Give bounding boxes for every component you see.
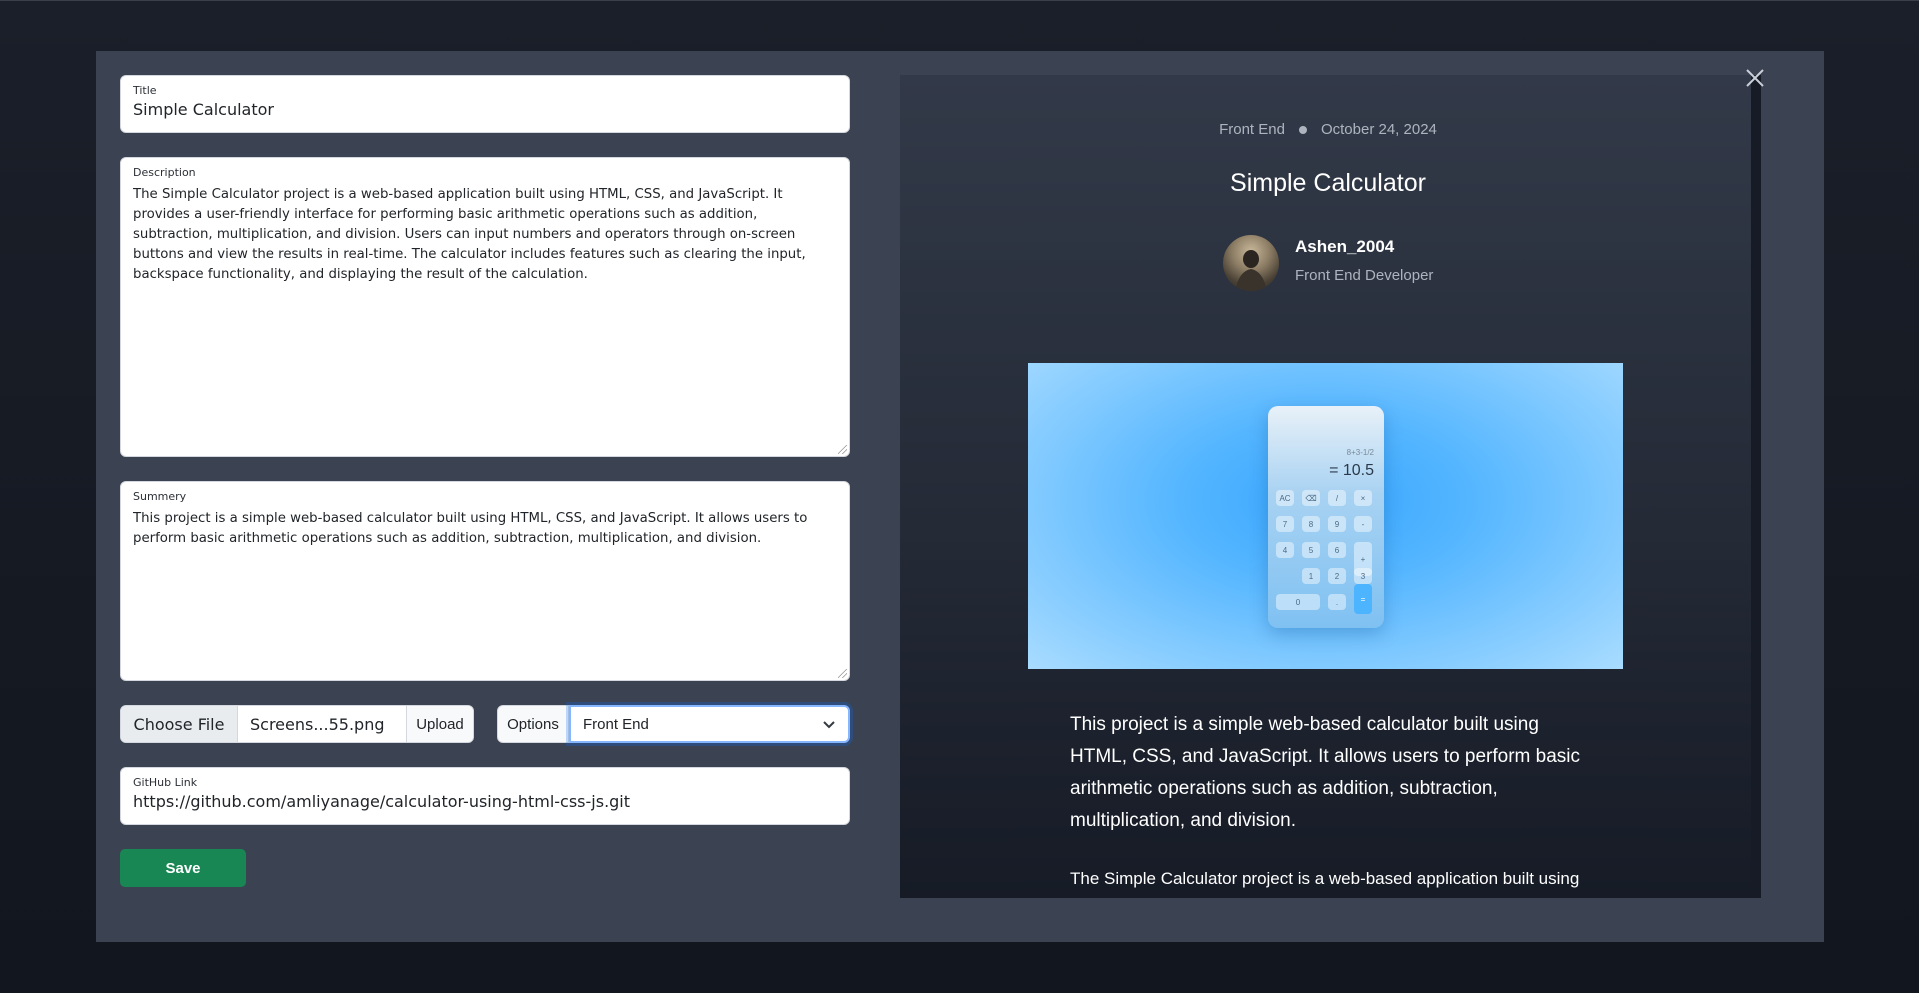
calc-key: 0 bbox=[1276, 594, 1320, 610]
github-label: GitHub Link bbox=[133, 776, 198, 789]
calc-key: 9 bbox=[1328, 516, 1346, 532]
options-label: Options bbox=[497, 705, 569, 743]
calc-key: . bbox=[1328, 594, 1346, 610]
calc-result: = 10.5 bbox=[1329, 462, 1374, 479]
close-icon bbox=[1745, 68, 1765, 93]
save-button[interactable]: Save bbox=[120, 849, 246, 887]
calc-key: / bbox=[1328, 490, 1346, 506]
choose-file-button[interactable]: Choose File bbox=[121, 706, 238, 742]
github-link-field[interactable]: GitHub Link https://github.com/amliyanag… bbox=[120, 767, 850, 825]
calc-key: 1 bbox=[1302, 568, 1320, 584]
file-name: Screens...55.png bbox=[250, 714, 385, 734]
calc-key: - bbox=[1354, 516, 1372, 532]
calc-key: 4 bbox=[1276, 542, 1294, 558]
title-field[interactable]: Title Simple Calculator bbox=[120, 75, 850, 133]
preview-description: The Simple Calculator project is a web-b… bbox=[1070, 869, 1580, 888]
calc-key: × bbox=[1354, 490, 1372, 506]
preview-scrollbar[interactable] bbox=[1751, 75, 1761, 898]
calc-key: ⌫ bbox=[1302, 490, 1320, 506]
resize-handle-icon[interactable] bbox=[838, 669, 847, 678]
author-name: Ashen_2004 bbox=[1295, 237, 1395, 256]
calc-key: 2 bbox=[1328, 568, 1346, 584]
upload-button[interactable]: Upload bbox=[406, 706, 473, 742]
calc-key: 3 bbox=[1354, 568, 1372, 584]
calculator-illustration: 8+3-1/2 = 10.5 AC ⌫ / × 7 8 9-4 5 6 +1 2 3 0. = bbox=[1268, 406, 1384, 628]
preview-date: October 24, 2024 bbox=[1320, 121, 1437, 138]
close-button[interactable] bbox=[1740, 65, 1770, 95]
avatar bbox=[1223, 235, 1279, 291]
chevron-down-icon bbox=[822, 716, 836, 733]
file-upload-group: Choose File Screens...55.png Upload bbox=[120, 705, 474, 743]
description-textarea[interactable]: The Simple Calculator project is a web-b… bbox=[133, 185, 837, 285]
summary-label: Summery bbox=[133, 490, 187, 503]
preview-title: Simple Calculator bbox=[1230, 169, 1426, 197]
dot-separator-icon bbox=[1298, 126, 1307, 135]
summary-textarea[interactable]: This project is a simple web-based calcu… bbox=[133, 509, 837, 549]
calc-key: 7 bbox=[1276, 516, 1294, 532]
author-role: Front End Developer bbox=[1295, 267, 1434, 284]
summary-field[interactable]: Summery This project is a simple web-bas… bbox=[120, 481, 850, 681]
description-field[interactable]: Description The Simple Calculator projec… bbox=[120, 157, 850, 457]
calc-key: 8 bbox=[1302, 516, 1320, 532]
project-edit-modal: Title Simple Calculator Description The … bbox=[96, 51, 1824, 942]
category-selected-value: Front End bbox=[583, 715, 649, 733]
calc-expression: 8+3-1/2 bbox=[1346, 448, 1374, 457]
calc-key: 6 bbox=[1328, 542, 1346, 558]
project-preview: Front End October 24, 2024 Simple Calcula… bbox=[900, 75, 1756, 898]
project-screenshot-image: 8+3-1/2 = 10.5 AC ⌫ / × 7 8 9-4 5 6 +1 2 3 0. = bbox=[1028, 363, 1623, 669]
calc-key: AC bbox=[1276, 490, 1294, 506]
preview-meta: Front End October 24, 2024 bbox=[900, 121, 1756, 138]
description-label: Description bbox=[133, 166, 196, 179]
calc-key: 5 bbox=[1302, 542, 1320, 558]
category-select-group: Options Front End bbox=[497, 705, 850, 743]
calc-key: = bbox=[1354, 584, 1372, 614]
resize-handle-icon[interactable] bbox=[838, 445, 847, 454]
title-input[interactable]: Simple Calculator bbox=[133, 100, 837, 119]
title-label: Title bbox=[133, 84, 157, 97]
preview-summary: This project is a simple web-based calcu… bbox=[1070, 714, 1581, 831]
github-input[interactable]: https://github.com/amliyanage/calculator… bbox=[133, 792, 837, 811]
category-select[interactable]: Front End bbox=[569, 705, 850, 743]
preview-category: Front End bbox=[1219, 121, 1285, 138]
